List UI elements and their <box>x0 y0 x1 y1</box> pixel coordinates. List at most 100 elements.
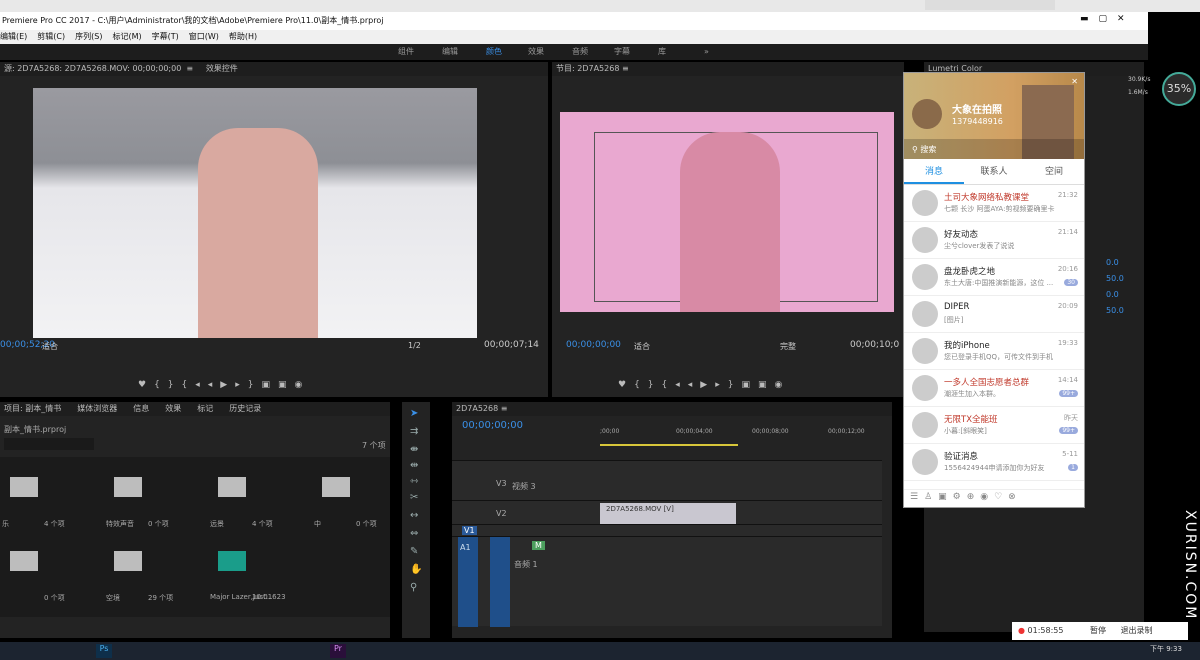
bin-folder-icon[interactable] <box>114 551 142 571</box>
effect-controls-tab[interactable]: 效果控件 <box>206 64 238 73</box>
bin-folder-icon[interactable] <box>10 477 38 497</box>
qq-conversation-item[interactable]: 好友动态 尘兮clover发表了说说 21:14 <box>904 222 1084 259</box>
workspace-tab-2[interactable]: 颜色 <box>486 44 502 60</box>
qq-close-icon[interactable]: ✕ <box>1071 77 1078 86</box>
qq-conversation-item[interactable]: 验证消息 1556424944申请添加你为好友 5-11 1 <box>904 444 1084 481</box>
qq-item-avatar <box>912 449 938 475</box>
track-v2-label: V2 <box>496 509 507 518</box>
menu-item-4[interactable]: 字幕(T) <box>152 32 179 41</box>
qq-conversation-item[interactable]: 无限TX全能班 小暮:[斜眼笑] 昨天 99+ <box>904 407 1084 444</box>
workspace-tab-1[interactable]: 编辑 <box>442 44 458 60</box>
bin-name: 中 <box>314 520 321 528</box>
workspace-tab-6[interactable]: 库 <box>658 44 666 60</box>
qq-conversation-item[interactable]: 盘龙卧虎之地 东土大唐:中国推演新能源，这位 ... 20:16 30 <box>904 259 1084 296</box>
taskbar-pr-icon[interactable]: Pr <box>330 644 346 658</box>
qq-item-message: 您已登录手机QQ，可传文件到手机 <box>944 353 1054 361</box>
slide-icon[interactable]: ⇔ <box>410 528 418 539</box>
qq-item-avatar <box>912 338 938 364</box>
track-a1: A1 音频 1 M <box>452 536 882 627</box>
qq-tab-contacts[interactable]: 联系人 <box>964 159 1024 184</box>
qq-item-time: 20:16 <box>1057 265 1078 273</box>
program-fit-select[interactable]: 适合 <box>634 341 650 352</box>
source-duration: 00;00;07;14 <box>484 340 539 350</box>
zoom-icon[interactable]: ⚲ <box>410 582 417 593</box>
menu-bar: 编辑(E) 剪辑(C) 序列(S) 标记(M) 字幕(T) 窗口(W) 帮助(H) <box>0 30 1148 44</box>
project-tab-1[interactable]: 媒体浏览器 <box>77 404 117 413</box>
qq-avatar[interactable] <box>912 99 942 129</box>
qq-tab-messages[interactable]: 消息 <box>904 159 964 184</box>
ruler-label: 00;00;04;00 <box>676 428 713 435</box>
taskbar-ps-icon[interactable]: Ps <box>96 644 112 658</box>
source-transport[interactable]: ♥{}{◂◂▶▸}▣▣◉ <box>138 380 310 390</box>
bin-count: 4 个项 <box>252 520 273 528</box>
rec-exit-button[interactable]: 退出录制 <box>1121 626 1153 635</box>
track-a1-name: 音频 1 <box>514 560 538 569</box>
a1-target-patch[interactable] <box>490 537 510 627</box>
program-tab[interactable]: 节目: 2D7A5268 <box>556 64 619 73</box>
program-transport[interactable]: ♥{}{◂◂▶▸}▣▣◉ <box>618 380 790 390</box>
source-res-select[interactable]: 1/2 <box>408 341 421 350</box>
qq-conversation-item[interactable]: DIPER [图片] 20:09 <box>904 296 1084 333</box>
mute-button[interactable]: M <box>532 541 545 550</box>
program-header: 节目: 2D7A5268 ≡ <box>552 62 904 76</box>
a1-source-patch[interactable]: A1 <box>458 537 478 627</box>
workspace-tab-7[interactable]: » <box>704 44 709 60</box>
slip-icon[interactable]: ↔ <box>410 510 418 521</box>
workspace-tab-0[interactable]: 组件 <box>398 44 414 60</box>
project-tab-4[interactable]: 标记 <box>197 404 213 413</box>
selection-tool-icon[interactable]: ➤ <box>410 408 418 419</box>
menu-item-5[interactable]: 窗口(W) <box>189 32 219 41</box>
qq-item-time: 21:14 <box>1057 228 1078 236</box>
qq-item-time: 19:33 <box>1057 339 1078 347</box>
rec-pause-button[interactable]: 暂停 <box>1090 626 1106 635</box>
workspace-tab-5[interactable]: 字幕 <box>614 44 630 60</box>
qq-header: 大象在拍照 1379448916 ✕ ⚲ 搜索 <box>904 73 1084 159</box>
qq-unread-badge: 99+ <box>1059 427 1078 434</box>
rate-stretch-icon[interactable]: ⇿ <box>410 476 418 487</box>
project-tab-0[interactable]: 项目: 副本_情书 <box>4 404 61 413</box>
menu-item-3[interactable]: 标记(M) <box>112 32 141 41</box>
menu-item-6[interactable]: 帮助(H) <box>229 32 257 41</box>
project-tab-2[interactable]: 信息 <box>133 404 149 413</box>
qq-conversation-item[interactable]: 土司大象网络私教课堂 七颗 长沙 阿蛋AYA:剪视频要确里卡 21:32 <box>904 185 1084 222</box>
hand-icon[interactable]: ✋ <box>410 564 422 575</box>
workspace-tab-4[interactable]: 音频 <box>572 44 588 60</box>
qq-item-time: 20:09 <box>1057 302 1078 310</box>
project-search-input[interactable] <box>4 438 94 450</box>
source-fit-select[interactable]: 适合 <box>42 341 58 352</box>
menu-item-0[interactable]: 编辑(E) <box>0 32 27 41</box>
razor-icon[interactable]: ✂ <box>410 492 418 503</box>
rolling-edit-icon[interactable]: ⇹ <box>410 460 418 471</box>
bin-folder-icon[interactable] <box>322 477 350 497</box>
project-grid: 乐4 个项 特效声音 0 个项 远景 4 个项中 0 个项 0 个项 空境 29 个项 Major… <box>0 457 390 617</box>
qq-search-input[interactable]: ⚲ 搜索 <box>904 139 1084 159</box>
bin-count: 10:01623 <box>252 593 286 601</box>
workspace-bar: 组件 编辑 颜色 效果 音频 字幕 库 » <box>0 44 1148 60</box>
menu-item-1[interactable]: 剪辑(C) <box>37 32 65 41</box>
window-controls[interactable]: ▬▢✕ <box>1080 14 1135 24</box>
program-quality-select[interactable]: 完整 <box>780 341 796 352</box>
qq-item-time: 5-11 <box>1062 450 1078 458</box>
taskbar: Ps Pr 下午 9:33 <box>0 642 1200 660</box>
bin-folder-icon[interactable] <box>218 477 246 497</box>
ruler-label: ;00;00 <box>600 428 620 435</box>
track-v2: V2 2D7A5268.MOV [V] <box>452 500 882 525</box>
timeline-tab[interactable]: 2D7A5268 ≡ <box>452 402 892 416</box>
workspace-tab-3[interactable]: 效果 <box>528 44 544 60</box>
video-clip[interactable]: 2D7A5268.MOV [V] <box>600 503 736 525</box>
qq-conversation-item[interactable]: 我的iPhone 您已登录手机QQ，可传文件到手机 19:33 <box>904 333 1084 370</box>
pen-icon[interactable]: ✎ <box>410 546 418 557</box>
qq-item-avatar <box>912 190 938 216</box>
ripple-edit-icon[interactable]: ⇼ <box>410 444 418 455</box>
project-tab-3[interactable]: 效果 <box>165 404 181 413</box>
bin-folder-icon[interactable] <box>114 477 142 497</box>
source-tab[interactable]: 源: 2D7A5268: 2D7A5268.MOV: 00;00;00;00 <box>4 64 181 73</box>
bin-folder-icon[interactable] <box>218 551 246 571</box>
menu-item-2[interactable]: 序列(S) <box>75 32 102 41</box>
qq-conversation-item[interactable]: 一多人全国志愿者总群 潮涯生加入本群。 14:14 99+ <box>904 370 1084 407</box>
project-tab-5[interactable]: 历史记录 <box>229 404 261 413</box>
track-select-icon[interactable]: ⇉ <box>410 426 418 437</box>
qq-item-name: 无限TX全能班 <box>944 415 998 425</box>
bin-folder-icon[interactable] <box>10 551 38 571</box>
qq-tab-space[interactable]: 空间 <box>1024 159 1084 184</box>
